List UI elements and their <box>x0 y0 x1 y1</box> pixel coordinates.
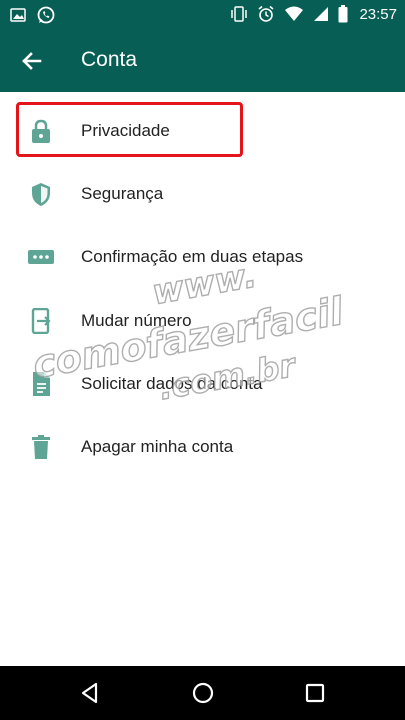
status-left-icons <box>10 5 56 25</box>
menu-item-confirmacao-duas-etapas[interactable]: Confirmação em duas etapas <box>0 226 405 288</box>
vibrate-icon <box>231 6 248 22</box>
page-title: Conta <box>81 48 138 71</box>
document-icon <box>33 372 50 396</box>
wifi-icon <box>285 6 304 21</box>
navigation-bar <box>0 666 405 720</box>
signal-icon <box>314 7 329 21</box>
menu-label-confirmacao: Confirmação em duas etapas <box>81 247 304 266</box>
menu-label-apagar-conta: Apagar minha conta <box>81 437 234 456</box>
alarm-icon <box>258 5 274 22</box>
status-time: 23:57 <box>359 5 397 23</box>
home-circle-icon <box>192 682 214 704</box>
menu-item-mudar-numero[interactable]: Mudar número <box>0 290 405 352</box>
menu-label-mudar-numero: Mudar número <box>81 311 192 330</box>
nav-home-button[interactable] <box>190 680 216 706</box>
phone-change-icon <box>31 308 51 334</box>
trash-icon <box>32 435 50 459</box>
gallery-icon <box>10 8 26 22</box>
battery-icon <box>338 5 348 23</box>
recents-square-icon <box>305 683 325 703</box>
nav-recents-button[interactable] <box>302 680 328 706</box>
nav-back-button[interactable] <box>77 680 103 706</box>
back-triangle-icon <box>81 682 98 704</box>
dots-icon <box>28 250 54 264</box>
menu-item-solicitar-dados[interactable]: Solicitar dados da conta <box>0 353 405 415</box>
menu-label-seguranca: Segurança <box>81 184 164 203</box>
menu-item-apagar-conta[interactable]: Apagar minha conta <box>0 416 405 478</box>
status-right-icons: 23:57 <box>230 5 397 23</box>
arrow-back-icon <box>22 52 42 70</box>
whatsapp-icon <box>37 6 55 24</box>
shield-icon <box>32 183 50 206</box>
status-bar: 23:57 <box>0 0 405 30</box>
menu-item-seguranca[interactable]: Segurança <box>0 163 405 225</box>
menu-label-solicitar-dados: Solicitar dados da conta <box>81 374 263 393</box>
highlight-box <box>16 102 243 157</box>
app-bar: Conta <box>0 30 405 92</box>
back-button[interactable] <box>16 46 46 76</box>
